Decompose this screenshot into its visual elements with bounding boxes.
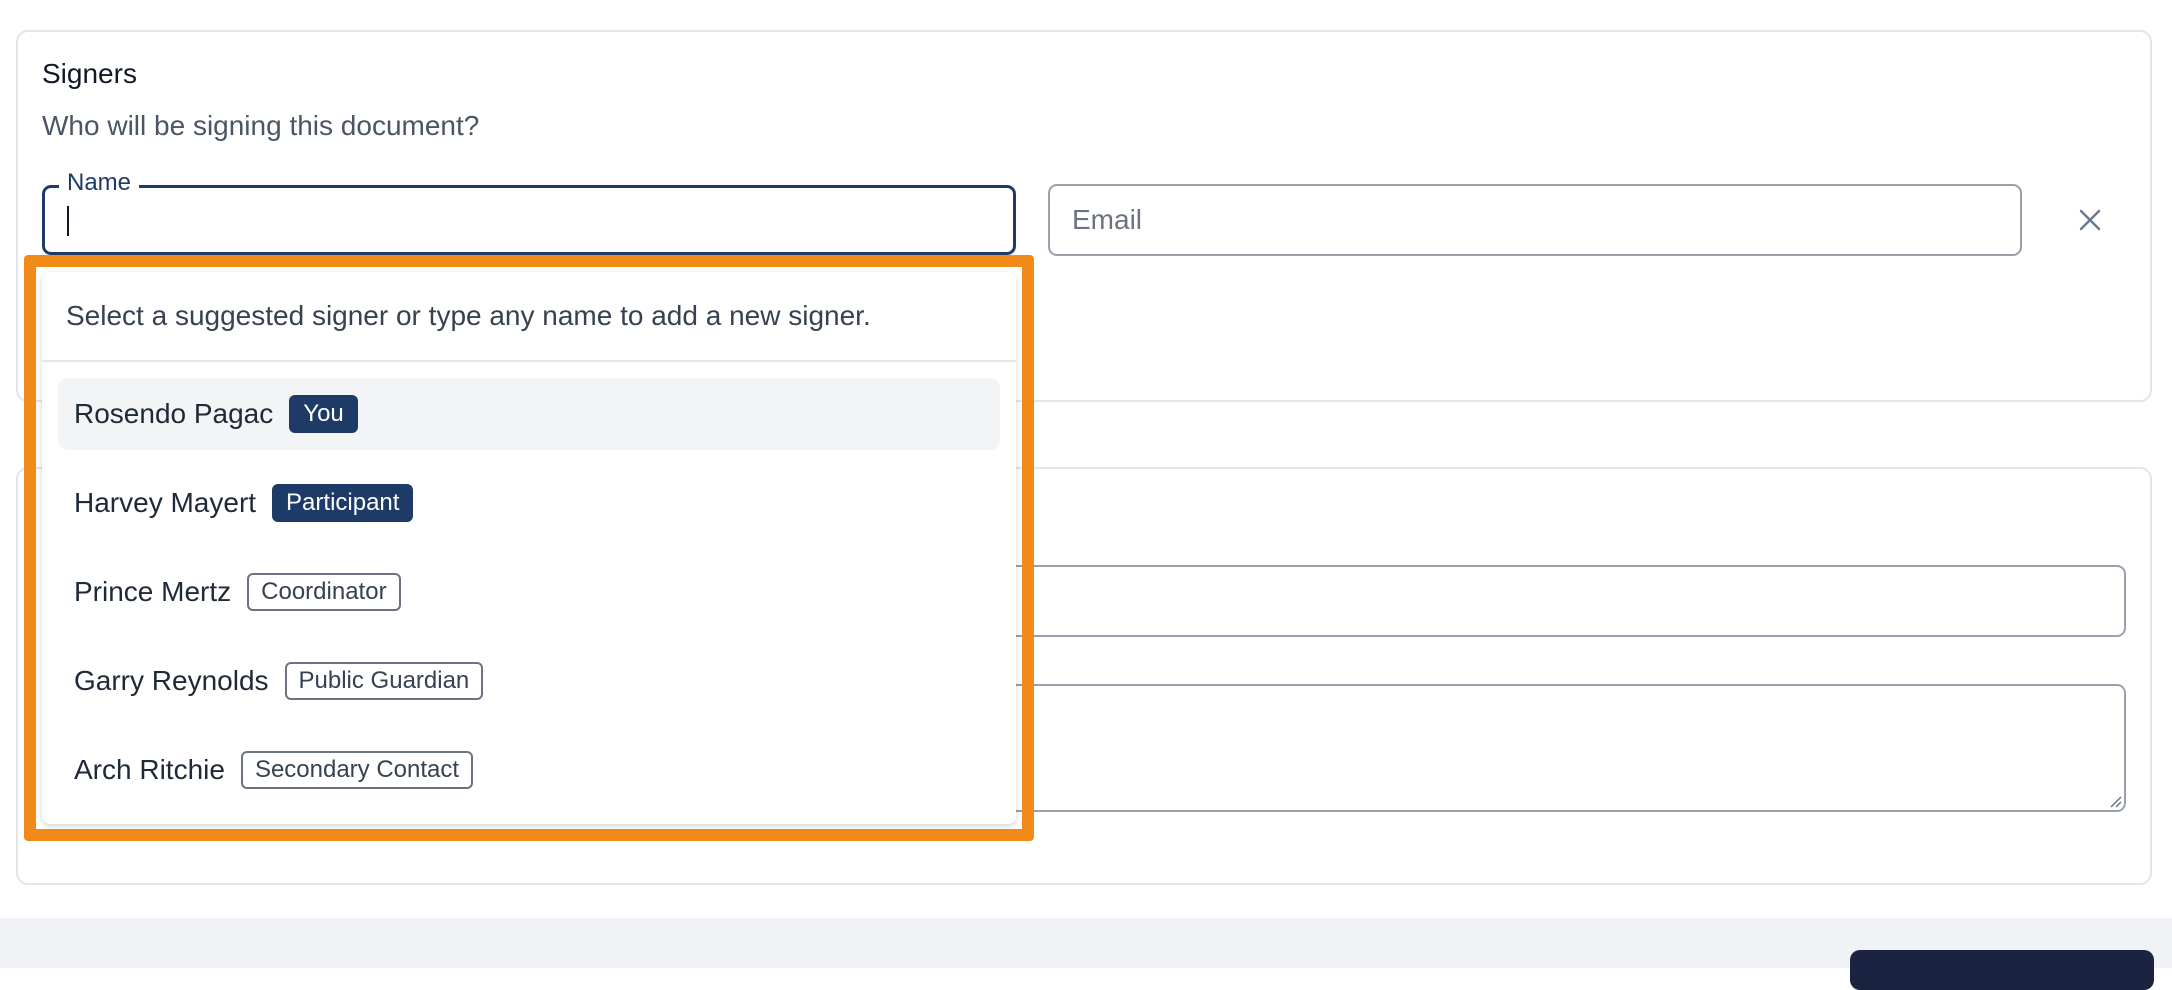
signer-name: Garry Reynolds <box>74 665 269 696</box>
signer-option[interactable]: Garry Reynolds Public Guardian <box>58 645 1000 717</box>
role-badge: You <box>289 395 358 433</box>
signer-suggestions-dropdown: Select a suggested signer or type any na… <box>42 272 1016 824</box>
signer-option[interactable]: Prince Mertz Coordinator <box>58 556 1000 628</box>
role-badge: Participant <box>272 484 414 522</box>
text-caret <box>67 206 69 236</box>
close-icon <box>2079 209 2101 231</box>
role-badge: Coordinator <box>247 573 401 611</box>
role-badge: Secondary Contact <box>240 751 474 789</box>
remove-signer-button[interactable] <box>2070 200 2110 240</box>
signer-option[interactable]: Arch Ritchie Secondary Contact <box>58 734 1000 806</box>
dropdown-divider <box>42 360 1016 362</box>
signer-name: Arch Ritchie <box>74 754 225 785</box>
footer-bar <box>0 918 2172 968</box>
signer-name: Harvey Mayert <box>74 487 257 518</box>
name-input[interactable] <box>45 188 1013 252</box>
primary-action-button[interactable] <box>1850 950 2154 990</box>
role-badge: Public Guardian <box>284 662 484 700</box>
signer-option[interactable]: Harvey Mayert Participant <box>58 467 1000 539</box>
email-field[interactable] <box>1048 184 2022 256</box>
signer-name: Rosendo Pagac <box>74 398 274 429</box>
resize-handle-icon[interactable] <box>2108 794 2122 808</box>
dropdown-hint: Select a suggested signer or type any na… <box>66 300 871 331</box>
signers-title: Signers <box>42 58 137 89</box>
signer-option[interactable]: Rosendo Pagac You <box>58 378 1000 450</box>
email-input[interactable] <box>1050 186 2020 254</box>
name-field[interactable]: Name <box>42 168 1016 255</box>
signer-name: Prince Mertz <box>74 576 232 607</box>
signers-subtitle: Who will be signing this document? <box>42 110 480 141</box>
